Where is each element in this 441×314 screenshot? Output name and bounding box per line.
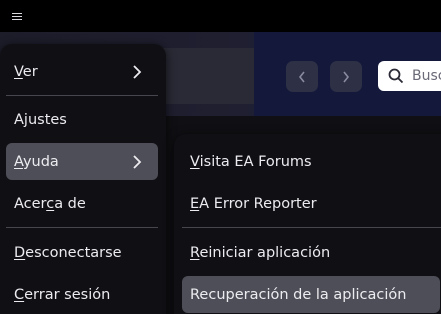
menu-item-desconectarse[interactable]: Desconectarse — [6, 234, 158, 271]
main-menu: Ver Ajustes Ayuda Acerca de Desconectars… — [0, 44, 166, 314]
hamburger-icon[interactable] — [8, 8, 26, 24]
menu-item-cerrar-sesion[interactable]: Cerrar sesión — [6, 276, 158, 313]
back-button[interactable] — [286, 61, 318, 92]
search-input[interactable]: Busc — [378, 61, 441, 91]
help-submenu: Visita EA Forums EA Error Reporter Reini… — [174, 134, 441, 314]
forward-button[interactable] — [330, 61, 362, 92]
menu-item-acerca-de[interactable]: Acerca de — [6, 185, 158, 222]
submenu-item-label: Visita EA Forums — [190, 153, 312, 170]
menu-item-label: Desconectarse — [14, 244, 122, 261]
menu-separator — [6, 95, 158, 96]
app-window: Busc Ver Ajustes Ayuda Acerca de Descone… — [0, 0, 441, 314]
search-icon — [388, 68, 404, 84]
menu-item-label: Acerca de — [14, 195, 86, 212]
menu-item-ayuda[interactable]: Ayuda — [6, 143, 158, 180]
title-bar — [0, 0, 441, 32]
menu-item-ver[interactable]: Ver — [6, 53, 158, 90]
search-text: Busc — [412, 68, 441, 84]
submenu-item-label: Reiniciar aplicación — [190, 244, 331, 261]
submenu-item-label: Recuperación de la aplicación — [190, 286, 407, 303]
submenu-separator — [182, 227, 441, 228]
submenu-item-recuperacion-aplicacion[interactable]: Recuperación de la aplicación — [182, 276, 440, 313]
menu-separator — [6, 227, 158, 228]
chevron-right-icon — [133, 155, 142, 169]
chevron-right-icon — [343, 71, 350, 82]
menu-item-ajustes[interactable]: Ajustes — [6, 101, 158, 138]
submenu-item-label: EA Error Reporter — [190, 195, 317, 212]
submenu-item-reiniciar-aplicacion[interactable]: Reiniciar aplicación — [182, 234, 440, 271]
chevron-left-icon — [298, 71, 305, 82]
menu-item-label: Ajustes — [14, 111, 67, 128]
chevron-right-icon — [133, 65, 142, 79]
menu-item-label: Ayuda — [14, 153, 59, 170]
menu-item-label: Ver — [14, 63, 38, 80]
submenu-item-ea-error-reporter[interactable]: EA Error Reporter — [182, 185, 440, 222]
menu-item-label: Cerrar sesión — [14, 286, 111, 303]
submenu-item-visita-ea-forums[interactable]: Visita EA Forums — [182, 143, 440, 180]
